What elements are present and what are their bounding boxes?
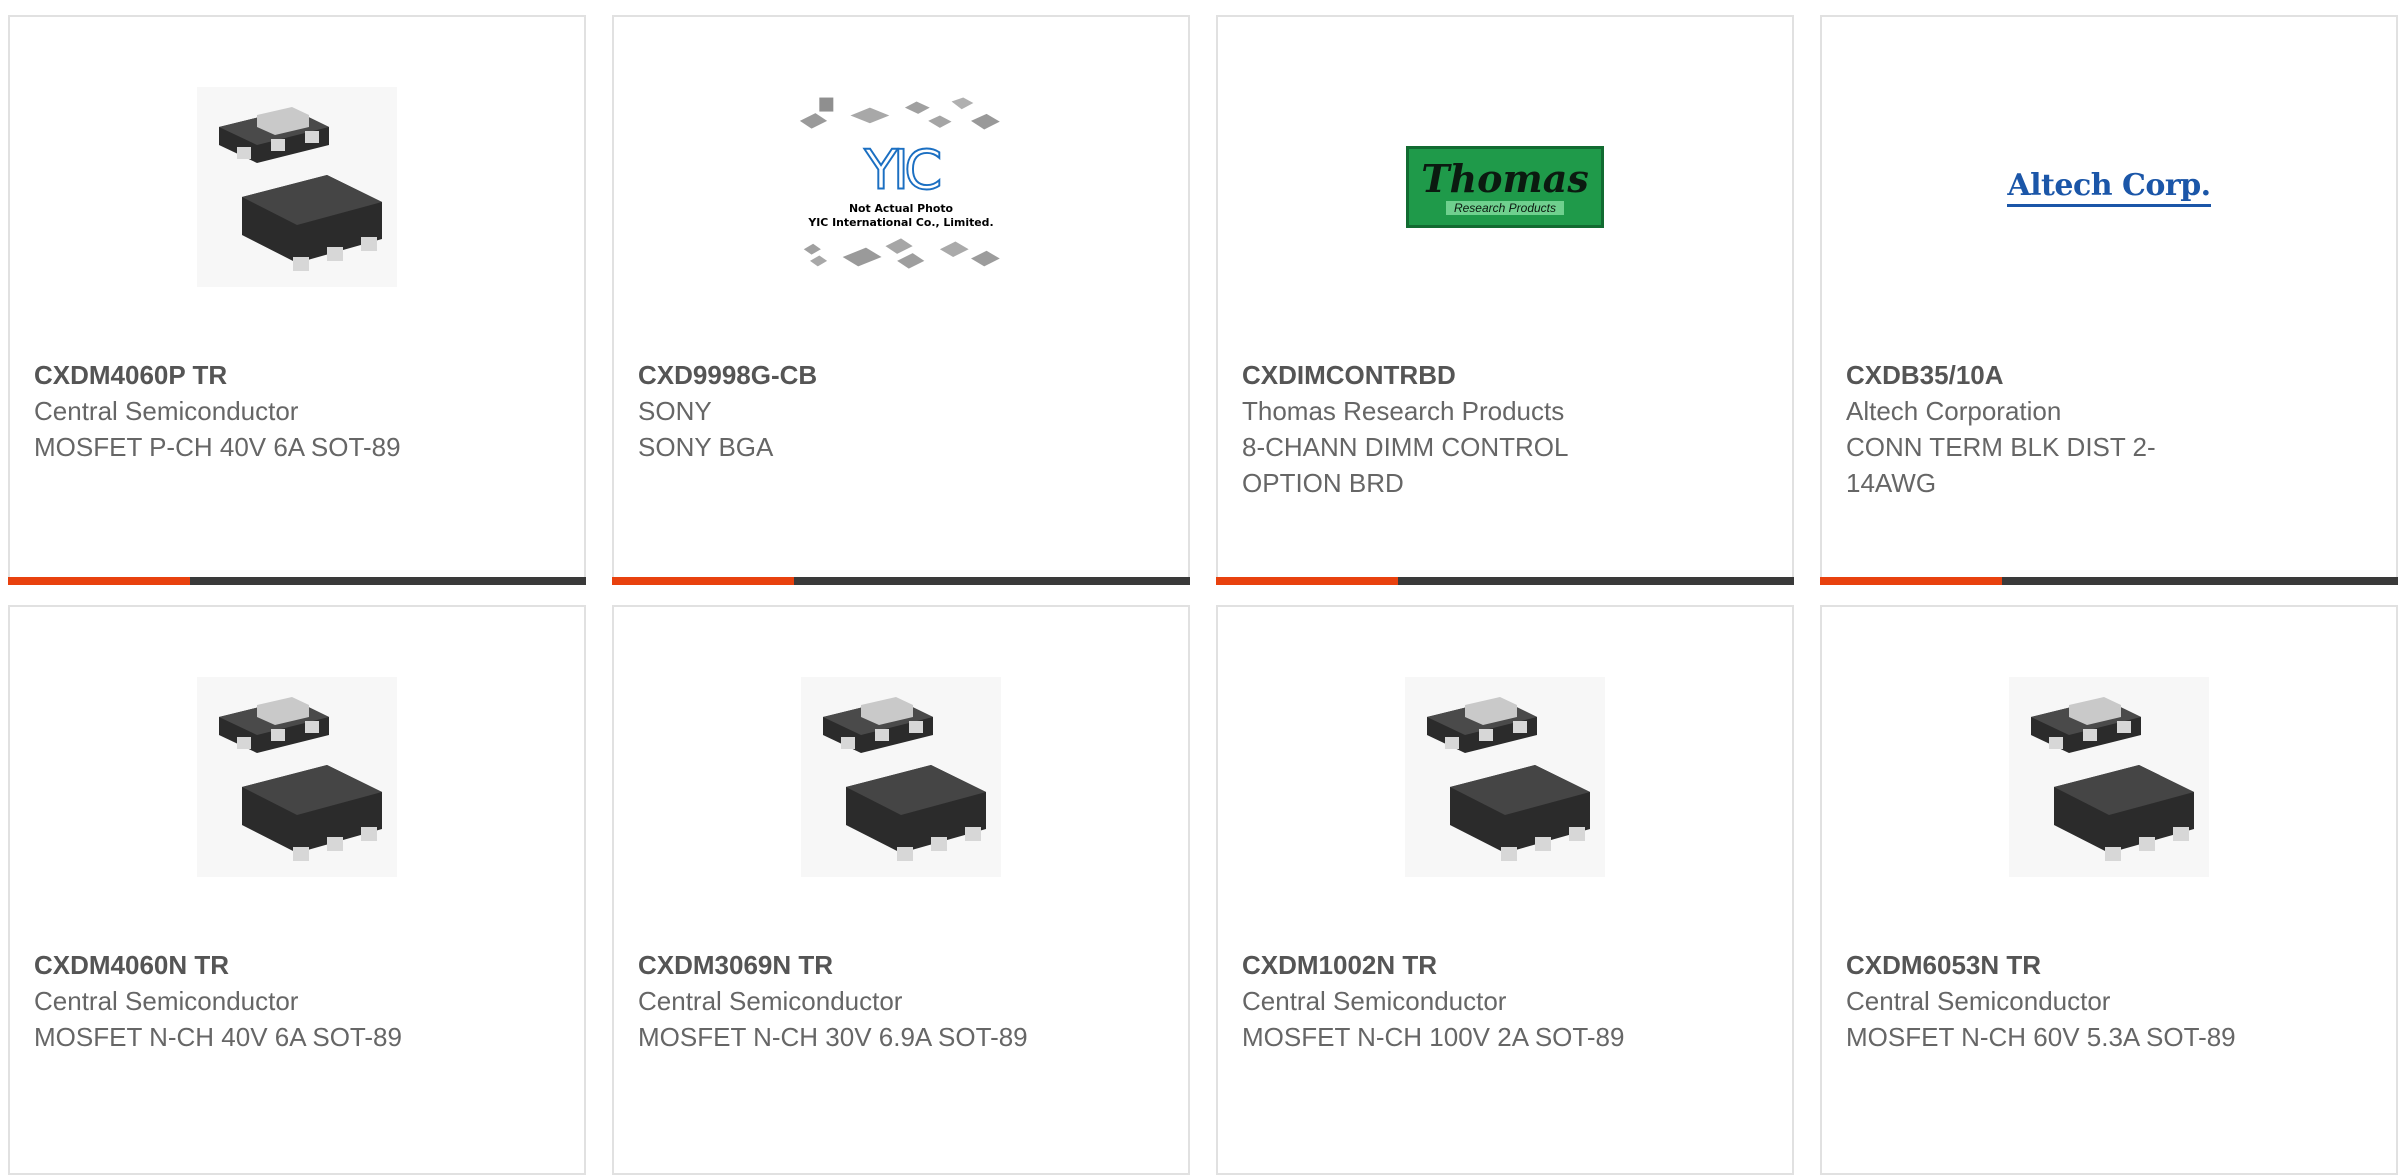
yic-caption-line1: Not Actual Photo [849, 202, 953, 215]
part-number-link[interactable]: CXD9998G-CB [638, 357, 1028, 393]
card-accent-strip [1820, 577, 2002, 585]
product-description: MOSFET N-CH 60V 5.3A SOT-89 [1846, 1022, 2236, 1052]
yic-placeholder-image: YIC Not Actual Photo YIC International C… [799, 97, 1000, 269]
product-info: CXDM4060N TR Central Semiconductor MOSFE… [34, 947, 424, 1055]
product-image[interactable] [2004, 672, 2214, 882]
manufacturer-name: Central Semiconductor [1846, 986, 2111, 1016]
sot89-package-icon [1405, 677, 1605, 877]
product-description: MOSFET P-CH 40V 6A SOT-89 [34, 432, 401, 462]
manufacturer-name: Altech Corporation [1846, 396, 2062, 426]
product-description: MOSFET N-CH 40V 6A SOT-89 [34, 1022, 402, 1052]
product-description: 8-CHANN DIMM CONTROL OPTION BRD [1242, 432, 1568, 498]
card-accent-strip [1216, 577, 1398, 585]
product-image[interactable] [192, 672, 402, 882]
product-info: CXDM3069N TR Central Semiconductor MOSFE… [638, 947, 1028, 1055]
card-bottom-bar [612, 577, 1190, 585]
product-card[interactable]: Altech Corp. CXDB35/10A Altech Corporati… [1820, 15, 2398, 585]
card-accent-strip [612, 577, 794, 585]
product-card[interactable]: CXDM6053N TR Central Semiconductor MOSFE… [1820, 605, 2398, 1175]
manufacturer-name: Central Semiconductor [34, 986, 299, 1016]
product-image[interactable] [1400, 672, 1610, 882]
card-bottom-bar [1216, 577, 1794, 585]
product-image[interactable] [796, 672, 1006, 882]
product-description: MOSFET N-CH 100V 2A SOT-89 [1242, 1022, 1625, 1052]
yic-logo-text: YIC [863, 138, 940, 202]
card-bottom-bar [1820, 577, 2398, 585]
product-info: CXDB35/10A Altech Corporation CONN TERM … [1846, 357, 2236, 501]
manufacturer-name: Thomas Research Products [1242, 396, 1565, 426]
product-image[interactable]: YIC Not Actual Photo YIC International C… [796, 82, 1006, 292]
product-grid: CXDM4060P TR Central Semiconductor MOSFE… [8, 15, 2398, 1175]
thomas-logo-subtitle: Research Products [1445, 201, 1565, 215]
product-image[interactable]: Altech Corp. [2004, 82, 2214, 292]
product-info: CXDM6053N TR Central Semiconductor MOSFE… [1846, 947, 2236, 1055]
sot89-package-icon [2009, 677, 2209, 877]
part-number-link[interactable]: CXDM6053N TR [1846, 947, 2236, 983]
product-card[interactable]: YIC Not Actual Photo YIC International C… [612, 15, 1190, 585]
thomas-logo-title: Thomas [1421, 156, 1589, 201]
product-image[interactable]: Thomas Research Products [1400, 82, 1610, 292]
part-number-link[interactable]: CXDM4060P TR [34, 357, 424, 393]
yic-caption-line2: YIC International Co., Limited. [807, 216, 993, 229]
product-info: CXDM1002N TR Central Semiconductor MOSFE… [1242, 947, 1632, 1055]
part-number-link[interactable]: CXDIMCONTRBD [1242, 357, 1632, 393]
product-description: SONY BGA [638, 432, 774, 462]
product-info: CXD9998G-CB SONY SONY BGA [638, 357, 1028, 465]
product-info: CXDIMCONTRBD Thomas Research Products 8-… [1242, 357, 1632, 501]
manufacturer-name: SONY [638, 396, 712, 426]
manufacturer-name: Central Semiconductor [638, 986, 903, 1016]
sot89-package-icon [801, 677, 1001, 877]
part-number-link[interactable]: CXDB35/10A [1846, 357, 2236, 393]
product-card[interactable]: CXDM4060N TR Central Semiconductor MOSFE… [8, 605, 586, 1175]
part-number-link[interactable]: CXDM1002N TR [1242, 947, 1632, 983]
product-description: MOSFET N-CH 30V 6.9A SOT-89 [638, 1022, 1028, 1052]
manufacturer-name: Central Semiconductor [1242, 986, 1507, 1016]
part-number-link[interactable]: CXDM3069N TR [638, 947, 1028, 983]
card-bottom-bar [8, 577, 586, 585]
product-image[interactable] [192, 82, 402, 292]
product-card[interactable]: CXDM3069N TR Central Semiconductor MOSFE… [612, 605, 1190, 1175]
thomas-logo: Thomas Research Products [1406, 146, 1604, 228]
manufacturer-name: Central Semiconductor [34, 396, 299, 426]
product-card[interactable]: Thomas Research Products CXDIMCONTRBD Th… [1216, 15, 1794, 585]
product-info: CXDM4060P TR Central Semiconductor MOSFE… [34, 357, 424, 465]
product-card[interactable]: CXDM1002N TR Central Semiconductor MOSFE… [1216, 605, 1794, 1175]
sot89-package-icon [197, 677, 397, 877]
product-description: CONN TERM BLK DIST 2-14AWG [1846, 432, 2156, 498]
product-card[interactable]: CXDM4060P TR Central Semiconductor MOSFE… [8, 15, 586, 585]
part-number-link[interactable]: CXDM4060N TR [34, 947, 424, 983]
sot89-package-icon [197, 87, 397, 287]
altech-logo: Altech Corp. [2007, 168, 2211, 207]
card-accent-strip [8, 577, 190, 585]
